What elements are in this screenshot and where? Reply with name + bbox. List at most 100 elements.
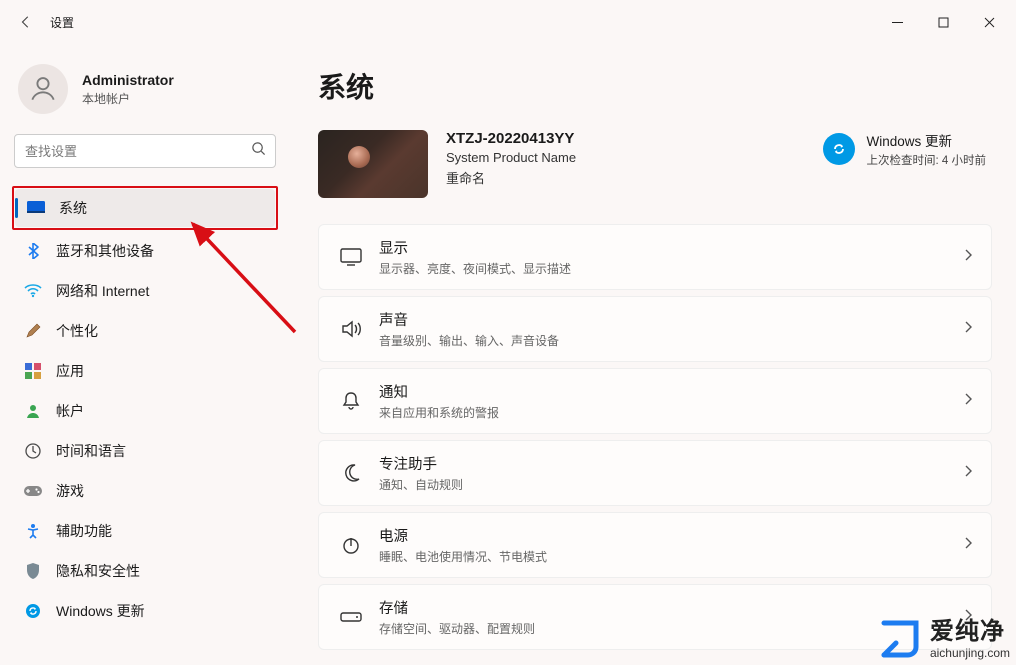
card-subtitle: 音量级别、输出、输入、声音设备 [379,332,559,349]
card-title: 专注助手 [379,453,463,474]
profile-subtitle: 本地帐户 [82,90,174,107]
nav-item-accessibility[interactable]: 辅助功能 [12,512,278,550]
system-icon [27,199,45,217]
monitor-icon [333,248,369,266]
bell-icon [333,391,369,411]
update-icon [24,602,42,620]
card-text: 专注助手 通知、自动规则 [379,453,463,493]
sidebar: Administrator 本地帐户 系统 蓝牙和其他设备 网络和 Intern… [0,44,290,665]
main-pane: 系统 XTZJ-20220413YY System Product Name 重… [290,44,1016,665]
device-block: XTZJ-20220413YY System Product Name 重命名 … [318,130,992,198]
card-power[interactable]: 电源 睡眠、电池使用情况、节电模式 [318,512,992,578]
wifi-icon [24,282,42,300]
nav-item-system[interactable]: 系统 [15,189,275,227]
nav-item-label: 应用 [56,361,84,381]
device-name: XTZJ-20220413YY [446,130,576,147]
nav-item-windows-update[interactable]: Windows 更新 [12,592,278,630]
nav-item-personalization[interactable]: 个性化 [12,312,278,350]
power-icon [333,535,369,555]
windows-update-text: Windows 更新 上次检查时间: 4 小时前 [867,130,986,168]
window-controls [874,7,1012,37]
minimize-icon [892,17,903,28]
profile-text: Administrator 本地帐户 [82,72,174,107]
device-product: System Product Name [446,150,576,165]
settings-cards: 显示 显示器、亮度、夜间模式、显示描述 声音 音量级别、输出、输入、声音设备 通… [318,224,992,650]
nav-item-label: 个性化 [56,321,98,341]
device-info[interactable]: XTZJ-20220413YY System Product Name 重命名 [318,130,576,198]
nav-item-label: 辅助功能 [56,521,112,541]
nav-item-bluetooth[interactable]: 蓝牙和其他设备 [12,232,278,270]
windows-update-status: 上次检查时间: 4 小时前 [867,152,986,168]
search-wrap [14,134,276,168]
arrow-left-icon [19,15,33,29]
chevron-right-icon [963,536,973,555]
clock-globe-icon [24,442,42,460]
nav-item-label: 蓝牙和其他设备 [56,241,154,261]
chevron-right-icon [963,320,973,339]
device-text: XTZJ-20220413YY System Product Name 重命名 [446,130,576,198]
card-text: 存储 存储空间、驱动器、配置规则 [379,597,535,637]
bluetooth-icon [24,242,42,260]
nav-item-label: 帐户 [56,401,84,421]
profile-name: Administrator [82,72,174,88]
card-title: 存储 [379,597,535,618]
profile-block[interactable]: Administrator 本地帐户 [12,58,278,134]
apps-icon [24,362,42,380]
nav-item-gaming[interactable]: 游戏 [12,472,278,510]
avatar [18,64,68,114]
nav-item-label: 时间和语言 [56,441,126,461]
card-title: 显示 [379,237,571,258]
card-display[interactable]: 显示 显示器、亮度、夜间模式、显示描述 [318,224,992,290]
nav-item-privacy[interactable]: 隐私和安全性 [12,552,278,590]
card-subtitle: 来自应用和系统的警报 [379,404,499,421]
card-focus-assist[interactable]: 专注助手 通知、自动规则 [318,440,992,506]
card-subtitle: 睡眠、电池使用情况、节电模式 [379,548,547,565]
content: Administrator 本地帐户 系统 蓝牙和其他设备 网络和 Intern… [0,44,1016,665]
nav-list: 系统 蓝牙和其他设备 网络和 Internet 个性化 应用 帐户 [12,186,278,630]
account-icon [24,402,42,420]
minimize-button[interactable] [874,7,920,37]
close-icon [984,17,995,28]
nav-item-network[interactable]: 网络和 Internet [12,272,278,310]
card-text: 声音 音量级别、输出、输入、声音设备 [379,309,559,349]
windows-update-title: Windows 更新 [867,130,986,150]
chevron-right-icon [963,248,973,267]
card-notifications[interactable]: 通知 来自应用和系统的警报 [318,368,992,434]
chevron-right-icon [963,464,973,483]
nav-item-apps[interactable]: 应用 [12,352,278,390]
card-subtitle: 存储空间、驱动器、配置规则 [379,620,535,637]
window-title: 设置 [50,14,74,31]
device-rename-link[interactable]: 重命名 [446,168,576,187]
chevron-right-icon [963,608,973,627]
shield-icon [24,562,42,580]
sound-icon [333,320,369,338]
page-title: 系统 [318,66,992,106]
windows-update-tile[interactable]: Windows 更新 上次检查时间: 4 小时前 [823,130,986,168]
maximize-icon [938,17,949,28]
storage-icon [333,610,369,624]
brush-icon [24,322,42,340]
card-text: 电源 睡眠、电池使用情况、节电模式 [379,525,547,565]
nav-item-label: 网络和 Internet [56,281,149,301]
update-circle-icon [823,133,855,165]
gamepad-icon [24,482,42,500]
card-sound[interactable]: 声音 音量级别、输出、输入、声音设备 [318,296,992,362]
card-text: 通知 来自应用和系统的警报 [379,381,499,421]
close-button[interactable] [966,7,1012,37]
card-text: 显示 显示器、亮度、夜间模式、显示描述 [379,237,571,277]
back-button[interactable] [12,8,40,36]
search-input[interactable] [14,134,276,168]
nav-item-accounts[interactable]: 帐户 [12,392,278,430]
nav-item-label: 隐私和安全性 [56,561,140,581]
accessibility-icon [24,522,42,540]
chevron-right-icon [963,392,973,411]
nav-item-label: 系统 [59,198,87,218]
nav-item-label: 游戏 [56,481,84,501]
search-icon [251,141,266,161]
nav-item-time-language[interactable]: 时间和语言 [12,432,278,470]
maximize-button[interactable] [920,7,966,37]
card-subtitle: 显示器、亮度、夜间模式、显示描述 [379,260,571,277]
card-title: 通知 [379,381,499,402]
card-subtitle: 通知、自动规则 [379,476,463,493]
card-storage[interactable]: 存储 存储空间、驱动器、配置规则 [318,584,992,650]
